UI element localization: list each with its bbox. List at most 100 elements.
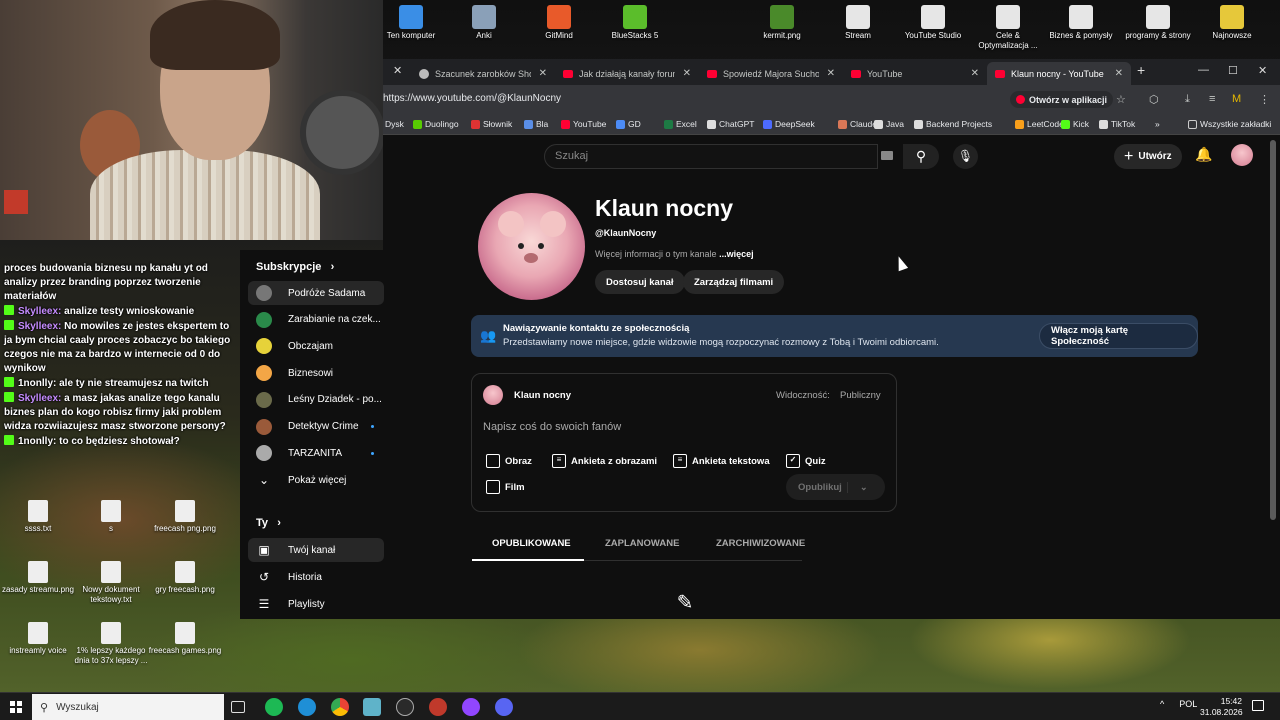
keyboard-icon[interactable] <box>881 151 893 160</box>
desktop-icon[interactable]: instreamly voice <box>0 622 76 656</box>
tray-lang[interactable]: ^ POL <box>1160 699 1197 709</box>
post-type-image[interactable]: Obraz <box>486 454 532 468</box>
bookmarks-more-icon[interactable]: » <box>1155 119 1160 129</box>
bookmark-item[interactable]: Claude <box>838 119 877 129</box>
create-button[interactable]: + Utwórz <box>1114 144 1182 169</box>
subscription-item[interactable]: Obczajam <box>248 334 384 358</box>
maximize-icon[interactable]: ☐ <box>1228 64 1238 77</box>
tab-archived[interactable]: ZARCHIWIZOWANE <box>716 538 805 549</box>
desktop-icon[interactable]: zasady streamu.png <box>0 561 76 595</box>
channel-avatar[interactable] <box>478 193 585 300</box>
post-type-text-poll[interactable]: ≡ Ankieta tekstowa <box>673 454 770 468</box>
post-type-quiz[interactable]: ✓ Quiz <box>786 454 826 468</box>
desktop-icon[interactable]: Ten komputer <box>373 5 449 41</box>
close-tab-icon[interactable]: ✕ <box>971 68 979 79</box>
post-text-input[interactable]: Napisz coś do swoich fanów <box>483 421 621 433</box>
bookmark-item[interactable]: Java <box>874 119 904 129</box>
search-input[interactable]: Szukaj <box>544 144 878 169</box>
close-tab-icon[interactable]: ✕ <box>393 64 402 77</box>
desktop-icon[interactable]: YouTube Studio <box>895 5 971 41</box>
bookmark-item[interactable]: ChatGPT <box>707 119 754 129</box>
download-icon[interactable]: ⤓ <box>1185 93 1190 106</box>
open-in-app-button[interactable]: Otwórz w aplikacji <box>1010 91 1114 108</box>
desktop-icon[interactable]: BlueStacks 5 <box>597 5 673 41</box>
windows-start-icon[interactable] <box>10 701 22 713</box>
bookmark-item[interactable]: Słownik <box>471 119 512 129</box>
voice-search-button[interactable]: 🎙 <box>953 144 978 169</box>
browser-tab[interactable]: Spowiedź Majora Suchodo ✕ <box>699 62 843 85</box>
menu-dots-icon[interactable]: ⋮ <box>1259 93 1270 106</box>
taskbar-clock[interactable]: 15:42 31.08.2026 <box>1200 696 1243 718</box>
bookmark-item[interactable]: TikTok <box>1099 119 1135 129</box>
chevron-down-icon[interactable]: ⌄ <box>848 482 868 493</box>
bookmark-item[interactable]: Backend Projects <box>914 119 992 129</box>
notifications-bell-icon[interactable]: 🔔 <box>1195 146 1212 163</box>
desktop-icon[interactable]: gry freecash.png <box>147 561 223 595</box>
subscription-item[interactable]: TARZANITA <box>248 441 384 465</box>
bookmark-item[interactable]: LeetCode <box>1015 119 1064 129</box>
desktop-icon[interactable]: Biznes & pomysły <box>1043 5 1119 41</box>
post-type-image-poll[interactable]: ≡ Ankieta z obrazami <box>552 454 657 468</box>
close-window-icon[interactable]: ✕ <box>1258 64 1267 77</box>
app-icon[interactable] <box>396 698 414 716</box>
enable-community-button[interactable]: Włącz moją kartę Społeczność <box>1039 323 1198 349</box>
taskbar-search[interactable]: ⚲ Wyszukaj <box>32 694 224 720</box>
bookmark-item[interactable]: Dysk <box>385 119 404 129</box>
desktop-icon[interactable]: Stream <box>820 5 896 41</box>
subscription-item[interactable]: Biznesowi <box>248 361 384 385</box>
bookmark-item[interactable]: GD <box>616 119 641 129</box>
desktop-icon[interactable]: Cele & Optymalizacja ... <box>970 5 1046 51</box>
subscription-item[interactable]: Detektyw Crime <box>248 415 384 439</box>
account-avatar[interactable] <box>1231 144 1253 166</box>
page-scrollbar[interactable] <box>1270 140 1276 520</box>
bookmark-item[interactable]: Excel <box>664 119 697 129</box>
close-tab-icon[interactable]: ✕ <box>683 68 691 79</box>
edge-icon[interactable] <box>298 698 316 716</box>
desktop-icon[interactable]: s <box>73 500 149 534</box>
chrome-icon[interactable] <box>331 698 349 716</box>
channel-more-info[interactable]: Więcej informacji o tym kanale ...więcej <box>595 249 754 259</box>
bookmark-item[interactable]: Kick <box>1061 119 1089 129</box>
desktop-icon[interactable]: kermit.png <box>744 5 820 41</box>
show-more-button[interactable]: ⌄ Pokaż więcej <box>248 468 384 492</box>
visibility-value[interactable]: Publiczny <box>840 390 881 401</box>
desktop-icon[interactable]: Anki <box>446 5 522 41</box>
publish-button[interactable]: Opublikuj ⌄ <box>786 474 885 500</box>
browser-tab[interactable]: YouTube ✕ <box>843 62 987 85</box>
browser-tab[interactable]: Klaun nocny - YouTube ✕ <box>987 62 1131 85</box>
you-nav-item[interactable]: ↺ Historia <box>248 565 384 589</box>
you-nav-item[interactable]: ▣ Twój kanał <box>248 538 384 562</box>
bookmark-item[interactable]: Bla <box>524 119 548 129</box>
desktop-icon[interactable]: freecash games.png <box>147 622 223 656</box>
minimize-icon[interactable]: — <box>1198 64 1209 76</box>
twitch-icon[interactable] <box>462 698 480 716</box>
tab-published[interactable]: OPUBLIKOWANE <box>492 538 571 549</box>
desktop-icon[interactable]: GitMind <box>521 5 597 41</box>
desktop-icon[interactable]: programy & strony <box>1120 5 1196 41</box>
subscription-item[interactable]: Zarabianie na czek... <box>248 308 384 332</box>
browser-tab[interactable]: Jak działają kanały forum n ✕ <box>555 62 699 85</box>
close-tab-icon[interactable]: ✕ <box>1115 68 1123 79</box>
subscription-item[interactable]: Leśny Dziadek - po... <box>248 388 384 412</box>
close-tab-icon[interactable]: ✕ <box>827 68 835 79</box>
desktop-icon[interactable]: Najnowsze <box>1194 5 1270 41</box>
subscription-item[interactable]: Podróże Sadama <box>248 281 384 305</box>
manage-videos-button[interactable]: Zarządzaj filmami <box>683 270 785 294</box>
bookmark-item[interactable]: DeepSeek <box>763 119 815 129</box>
all-bookmarks[interactable]: Wszystkie zakładki <box>1188 119 1271 129</box>
discord-icon[interactable] <box>495 698 513 716</box>
media-icon[interactable]: ≡ <box>1209 93 1215 105</box>
subscriptions-header[interactable]: Subskrypcje › <box>256 261 334 273</box>
post-type-video[interactable]: Film <box>486 480 525 494</box>
notepad-icon[interactable] <box>363 698 381 716</box>
browser-tab[interactable]: Szacunek zarobków Shorts ✕ <box>411 62 555 85</box>
extensions-icon[interactable]: ⬡ <box>1149 93 1159 106</box>
desktop-icon[interactable]: Nowy dokument tekstowy.txt <box>73 561 149 605</box>
tab-scheduled[interactable]: ZAPLANOWANE <box>605 538 679 549</box>
desktop-icon[interactable]: ssss.txt <box>0 500 76 534</box>
bookmark-item[interactable]: Duolingo <box>413 119 459 129</box>
url-field[interactable]: https://www.youtube.com/@KlaunNocny <box>383 93 561 104</box>
bookmark-item[interactable]: YouTube <box>561 119 606 129</box>
you-header[interactable]: Ty › <box>256 517 281 529</box>
customize-channel-button[interactable]: Dostosuj kanał <box>595 270 685 294</box>
